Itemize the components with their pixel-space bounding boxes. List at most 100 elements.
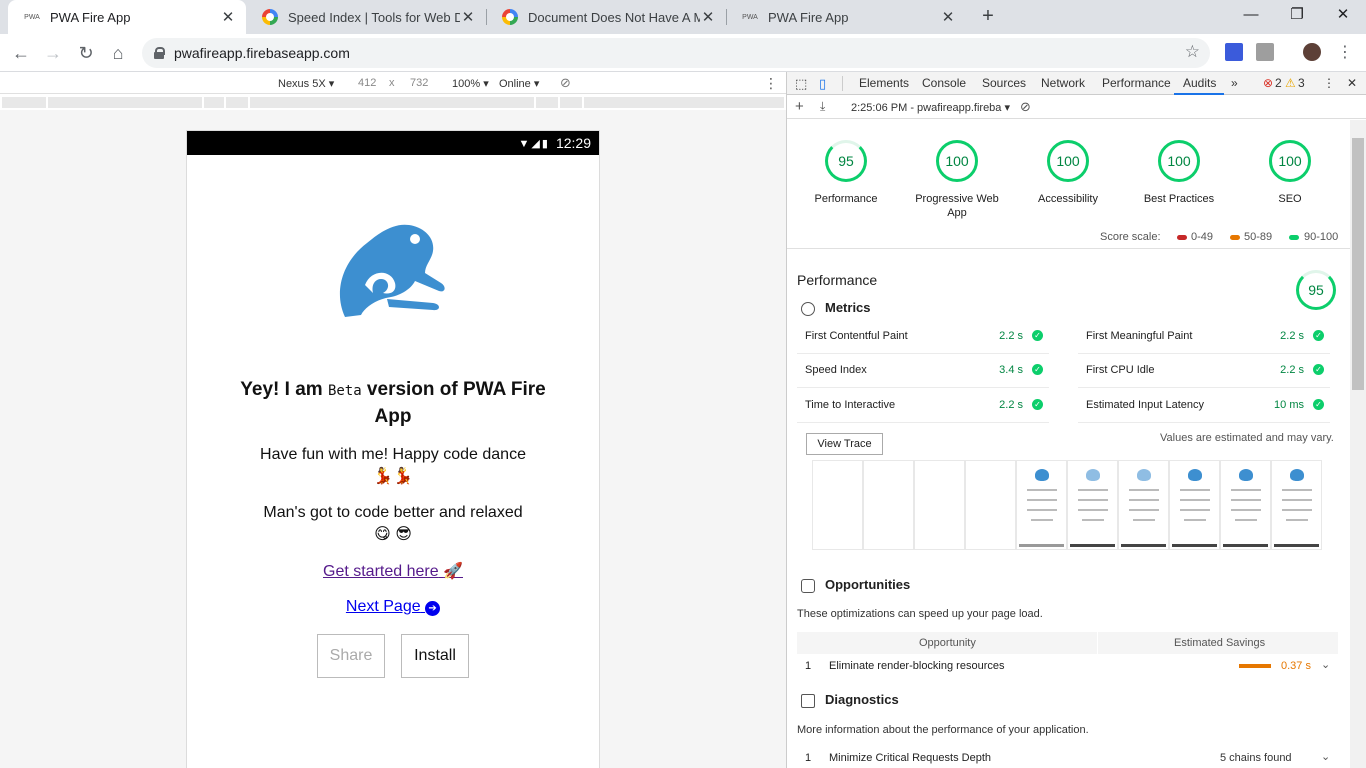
filmstrip-frame (1016, 460, 1067, 550)
browser-tab-pwa-active[interactable]: PWA PWA Fire App ✕ (8, 0, 246, 34)
report-select[interactable]: 2:25:06 PM - pwafireapp.fireba ▾ (851, 101, 1010, 114)
more-tabs-icon[interactable]: » (1231, 76, 1238, 90)
devtools-menu-icon[interactable]: ⋮ (1323, 76, 1335, 90)
scrollbar-thumb[interactable] (1352, 138, 1364, 390)
clear-reports-icon[interactable]: ⊘ (1020, 99, 1031, 115)
gauge-accessibility[interactable]: 100 Accessibility (1012, 140, 1124, 206)
get-started-link[interactable]: Get started here 🚀 (187, 561, 599, 581)
extension-icon[interactable] (1225, 43, 1243, 61)
metric-name: First CPU Idle (1086, 364, 1155, 376)
gauge-label: Best Practices (1143, 193, 1215, 205)
relax-paragraph: Man's got to code better and relaxed 😋 😎 (237, 502, 549, 546)
metric-first-cpu-idle: First CPU Idle 2.2 s ✓ (1078, 354, 1330, 388)
new-audit-plus-icon[interactable]: + (795, 98, 804, 115)
chrome-menu-icon[interactable]: ⋮ (1332, 40, 1358, 66)
scale-fail: 0-49 (1191, 231, 1214, 243)
chevron-down-icon[interactable]: ⌄ (1321, 658, 1330, 671)
browser-tab-pwa[interactable]: PWA PWA Fire App ✕ (726, 0, 966, 34)
bookmark-star-icon[interactable]: ☆ (1185, 42, 1200, 62)
warning-count[interactable]: 3 (1298, 76, 1305, 90)
device-menu-icon[interactable]: ⋮ (764, 75, 778, 92)
inspect-element-icon[interactable]: ⬚ (795, 76, 807, 92)
network-throttle-select[interactable]: Online ▾ (499, 77, 539, 90)
metric-tti: Time to Interactive 2.2 s ✓ (797, 389, 1049, 423)
next-page-link[interactable]: Next Page ➔ (187, 598, 599, 616)
opportunities-icon (801, 579, 815, 593)
google-favicon-icon (262, 9, 278, 25)
minimize-icon[interactable]: — (1228, 0, 1274, 30)
error-icon[interactable]: ⊗ (1263, 76, 1273, 90)
close-window-icon[interactable]: ✕ (1320, 0, 1366, 30)
rotate-icon[interactable]: ⊘ (560, 75, 571, 91)
tab-audits[interactable]: Audits (1183, 76, 1216, 90)
view-trace-button[interactable]: View Trace (806, 433, 883, 455)
close-tab-icon[interactable]: ✕ (940, 8, 956, 26)
close-tab-icon[interactable]: ✕ (220, 8, 236, 26)
url-text: pwafireapp.firebaseapp.com (174, 45, 350, 61)
status-time: 12:29 (555, 135, 591, 151)
devtools-tab-bar: ⬚ ▯ Elements Console Sources Network Per… (787, 72, 1366, 95)
warning-icon[interactable]: ⚠ (1285, 76, 1296, 90)
diagnostics-description: More information about the performance o… (797, 724, 1089, 736)
arrow-right-circle-icon: ➔ (425, 601, 441, 616)
intro-paragraph: Have fun with me! Happy code dance 💃💃 (237, 444, 549, 488)
home-icon[interactable]: ⌂ (105, 40, 131, 66)
reload-icon[interactable]: ↻ (73, 40, 99, 66)
get-started-text[interactable]: Get started here (323, 563, 439, 580)
filmstrip-frame (812, 460, 863, 550)
estimated-note: Values are estimated and may vary. (1160, 432, 1334, 444)
devtools-scrollbar[interactable] (1350, 120, 1366, 768)
devtools-close-icon[interactable]: ✕ (1347, 76, 1357, 90)
scale-pass: 90-100 (1304, 231, 1339, 243)
row-index: 1 (805, 752, 812, 764)
back-icon[interactable]: ← (8, 40, 34, 66)
savings-bar (1239, 664, 1271, 668)
metric-value: 2.2 s (1280, 364, 1304, 376)
media-query-ruler[interactable] (0, 95, 786, 110)
zoom-select[interactable]: 100% ▾ (452, 77, 489, 90)
gauge-pwa[interactable]: 100 Progressive Web App (901, 140, 1013, 220)
heading-text-end: version of PWA Fire App (361, 379, 546, 427)
filmstrip-frame (1271, 460, 1322, 550)
chevron-down-icon[interactable]: ⌄ (1321, 750, 1330, 763)
metric-fmp: First Meaningful Paint 2.2 s ✓ (1078, 320, 1330, 354)
install-button[interactable]: Install (401, 634, 469, 678)
device-width[interactable]: 412 (358, 77, 376, 89)
tab-network[interactable]: Network (1041, 76, 1085, 90)
opportunity-row[interactable]: 1 Eliminate render-blocking resources 0.… (797, 655, 1338, 677)
restore-icon[interactable]: ❐ (1274, 0, 1320, 30)
metric-fcp: First Contentful Paint 2.2 s ✓ (797, 320, 1049, 354)
tab-sources[interactable]: Sources (982, 76, 1026, 90)
tab-elements[interactable]: Elements (859, 76, 909, 90)
share-button[interactable]: Share (317, 634, 385, 678)
app-heading: Yey! I am Beta version of PWA Fire App (227, 377, 559, 429)
device-toggle-icon[interactable]: ▯ (819, 76, 826, 92)
error-count[interactable]: 2 (1275, 76, 1282, 90)
profile-avatar[interactable] (1303, 43, 1321, 61)
browser-tab-document-meta[interactable]: Document Does Not Have A Met ✕ (486, 0, 726, 34)
download-report-icon[interactable]: ⤓ (820, 99, 825, 114)
diagnostic-name: Minimize Critical Requests Depth (829, 752, 991, 764)
next-page-text[interactable]: Next Page (346, 598, 421, 615)
score-ring: 100 (1269, 140, 1311, 182)
close-tab-icon[interactable]: ✕ (460, 8, 476, 26)
browser-tab-speed-index[interactable]: Speed Index | Tools for Web De ✕ (246, 0, 486, 34)
opportunities-title: Opportunities (825, 577, 911, 592)
filmstrip-frame (914, 460, 965, 550)
filmstrip (812, 460, 1324, 550)
new-tab-button[interactable]: + (976, 4, 1000, 28)
device-select[interactable]: Nexus 5X ▾ (278, 77, 334, 90)
gauge-performance[interactable]: 95 Performance (790, 140, 902, 206)
facebook-extension-icon[interactable] (1256, 43, 1274, 61)
close-tab-icon[interactable]: ✕ (700, 8, 716, 26)
gauge-seo[interactable]: 100 SEO (1234, 140, 1346, 206)
row-index: 1 (805, 660, 812, 672)
gauge-best-practices[interactable]: 100 Best Practices (1123, 140, 1235, 206)
device-height[interactable]: 732 (410, 77, 428, 89)
tab-console[interactable]: Console (922, 76, 966, 90)
forward-icon[interactable]: → (40, 40, 66, 66)
address-bar[interactable]: pwafireapp.firebaseapp.com ☆ (142, 38, 1210, 68)
tab-performance[interactable]: Performance (1102, 76, 1171, 90)
gauge-label: Accessibility (1038, 193, 1098, 205)
diagnostic-row[interactable]: 1 Minimize Critical Requests Depth 5 cha… (797, 748, 1338, 768)
